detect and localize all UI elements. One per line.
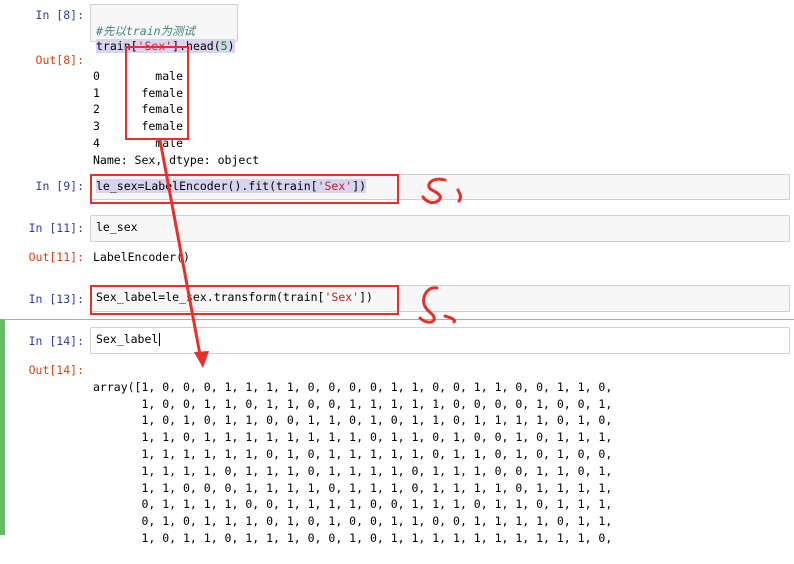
output-line: 1, 1, 0, 0, 0, 1, 1, 1, 1, 0, 1, 1, 1, 0…	[93, 480, 613, 495]
output-line: 1, 0, 0, 1, 1, 0, 1, 1, 0, 0, 1, 1, 1, 1…	[93, 396, 613, 411]
in-prompt-8: In [8]:	[35, 8, 84, 22]
out-prompt-8: Out[8]:	[35, 53, 84, 67]
in-prompt-11: In [11]:	[28, 221, 84, 235]
code-comment: #先以train为测试	[96, 24, 196, 38]
output-line: array([1, 0, 0, 0, 1, 1, 1, 1, 0, 0, 0, …	[93, 379, 613, 394]
in-prompt-9: In [9]:	[35, 179, 84, 193]
code-cell-14[interactable]: Sex_label	[90, 327, 790, 354]
annotation-box-fit	[90, 174, 399, 204]
output-line: 1, 0, 1, 1, 0, 1, 1, 1, 0, 0, 1, 0, 1, 1…	[93, 530, 613, 545]
code-cell-8[interactable]: #先以train为测试 train['Sex'].head(5)	[90, 4, 238, 53]
in-prompt-13: In [13]:	[28, 292, 84, 306]
output-line: 0, 1, 0, 1, 1, 1, 0, 1, 0, 1, 0, 0, 1, 1…	[93, 514, 613, 529]
output-line: Name: Sex, dtype: object	[93, 152, 260, 167]
output-line: 1, 1, 0, 1, 1, 1, 1, 1, 1, 1, 1, 0, 1, 1…	[93, 430, 613, 445]
text-cursor	[159, 333, 161, 346]
annotation-box-output	[125, 46, 189, 140]
code-token: Sex_label	[96, 332, 159, 346]
out-prompt-11: Out[11]:	[28, 250, 84, 264]
output-line: 1, 0, 1, 0, 1, 1, 0, 0, 1, 1, 0, 1, 0, 1…	[93, 413, 613, 428]
output-11: LabelEncoder()	[93, 250, 190, 264]
in-prompt-14: In [14]:	[28, 334, 84, 348]
output-line: 1, 1, 1, 1, 0, 1, 1, 1, 0, 1, 1, 1, 1, 0…	[93, 463, 613, 478]
output-14: array([1, 0, 0, 0, 1, 1, 1, 1, 0, 0, 0, …	[93, 362, 612, 564]
annotation-box-transform	[90, 285, 399, 315]
out-prompt-14: Out[14]:	[28, 363, 84, 377]
output-line: 1, 1, 1, 1, 1, 1, 0, 1, 0, 1, 1, 1, 1, 1…	[93, 446, 613, 461]
output-line: 0, 1, 1, 1, 1, 0, 0, 1, 1, 1, 1, 0, 0, 1…	[93, 497, 613, 512]
code-cell-11[interactable]: le_sex	[90, 215, 790, 242]
